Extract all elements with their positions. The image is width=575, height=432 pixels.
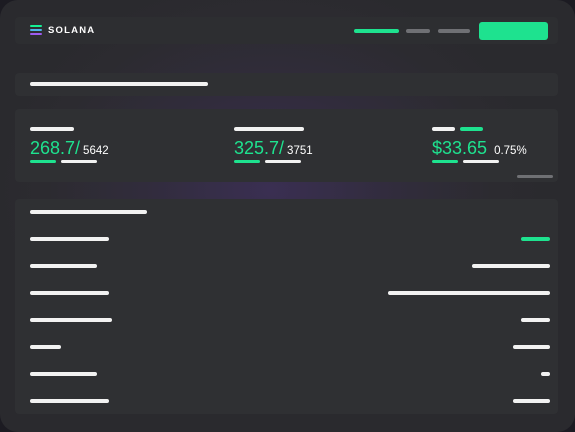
stat-value-slot-height: 268.7/5642 — [30, 139, 109, 160]
list-item-value — [521, 237, 550, 241]
stat-label — [432, 127, 455, 131]
brand-name: SOLANA — [48, 25, 96, 36]
top-navbar: SOLANA — [15, 17, 558, 44]
stats-more-link[interactable] — [517, 175, 553, 178]
app-frame: SOLANA 268.7/5642 325.7/3751 $33.65 0.75% — [0, 0, 575, 432]
stats-panel: 268.7/5642 325.7/3751 $33.65 0.75% — [15, 109, 558, 182]
stat-badge — [460, 127, 483, 131]
nav-link-active[interactable] — [354, 29, 399, 33]
page-title — [30, 82, 208, 86]
connect-button[interactable] — [479, 22, 548, 40]
stat-total-value: 3751 — [287, 145, 313, 157]
stat-value-price: $33.65 0.75% — [432, 139, 527, 160]
stat-legend-label — [265, 160, 301, 163]
list-item-value — [388, 291, 550, 295]
list-item-label — [30, 345, 61, 349]
list-item-label — [30, 372, 97, 376]
list-item-label — [30, 318, 112, 322]
stat-value-tps: 325.7/3751 — [234, 139, 313, 160]
stat-change-value: 0.75% — [494, 145, 527, 157]
stat-total-value: 5642 — [83, 145, 109, 157]
list-item-value — [541, 372, 550, 376]
list-item-value — [513, 399, 550, 403]
list-item-label — [30, 237, 109, 241]
list-item-label — [30, 399, 109, 403]
list-item-label — [30, 291, 109, 295]
list-item-value — [521, 318, 550, 322]
stat-legend-label — [463, 160, 499, 163]
list-item-value — [513, 345, 550, 349]
list-item-value — [472, 264, 550, 268]
stat-legend-swatch — [30, 160, 56, 163]
stat-label — [234, 127, 304, 131]
page-title-panel — [15, 73, 558, 96]
section-title — [30, 210, 147, 214]
nav-link[interactable] — [406, 29, 430, 33]
stat-primary-value: $33.65 — [432, 138, 488, 158]
list-item-label — [30, 264, 97, 268]
stat-legend-swatch — [234, 160, 260, 163]
stat-primary-value: 268.7/ — [30, 138, 81, 158]
solana-logo-icon — [30, 25, 42, 36]
stat-label — [30, 127, 74, 131]
stat-legend-swatch — [432, 160, 458, 163]
nav-link[interactable] — [438, 29, 470, 33]
stat-legend-label — [61, 160, 97, 163]
stat-primary-value: 325.7/ — [234, 138, 285, 158]
overview-list-panel — [15, 199, 558, 414]
